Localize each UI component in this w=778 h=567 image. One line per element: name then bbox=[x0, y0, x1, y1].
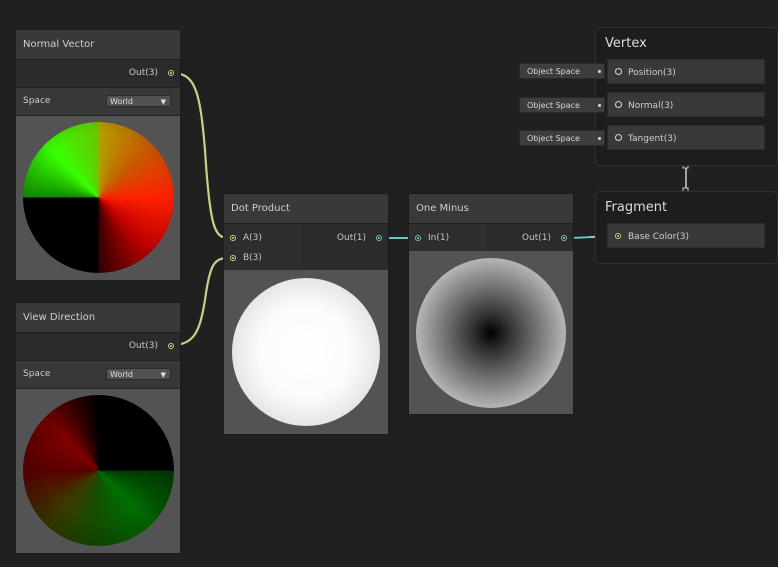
chevron-down-icon: ▼ bbox=[160, 371, 166, 379]
wire-view-to-b bbox=[171, 256, 230, 347]
fragment-context[interactable]: Fragment Base Color(3) bbox=[595, 191, 778, 264]
input-port-b[interactable] bbox=[230, 255, 236, 261]
preview-sphere bbox=[232, 278, 380, 426]
tangent-space-input[interactable]: Object Space bbox=[519, 130, 605, 146]
input-value: Object Space bbox=[527, 101, 580, 110]
output-row: Out(3) bbox=[16, 60, 180, 87]
node-title[interactable]: One Minus bbox=[409, 194, 573, 224]
output-port[interactable] bbox=[376, 235, 382, 241]
input-port[interactable] bbox=[415, 235, 421, 241]
slot-label: Tangent(3) bbox=[628, 134, 677, 144]
fragment-slot-base-color[interactable]: Base Color(3) bbox=[607, 223, 765, 248]
wire-normal-to-a bbox=[171, 71, 230, 240]
slot-label: Position(3) bbox=[628, 68, 676, 78]
preview-sphere bbox=[23, 122, 174, 273]
fragment-title: Fragment bbox=[605, 200, 668, 215]
preview-panel bbox=[409, 251, 573, 414]
space-value: World bbox=[110, 97, 133, 106]
inputs-section: In(1) bbox=[409, 224, 487, 250]
output-label: Out(1) bbox=[336, 233, 366, 243]
output-row: Out(3) bbox=[16, 333, 180, 360]
slot-label: Base Color(3) bbox=[628, 232, 690, 242]
input-label: In(1) bbox=[428, 233, 450, 243]
output-port[interactable] bbox=[168, 70, 174, 76]
vertex-slot-tangent[interactable]: Tangent(3) bbox=[607, 125, 765, 150]
node-title[interactable]: Dot Product bbox=[224, 194, 388, 224]
output-port[interactable] bbox=[561, 235, 567, 241]
input-value: Object Space bbox=[527, 134, 580, 143]
one-minus-node[interactable]: One Minus In(1) Out(1) bbox=[409, 194, 573, 414]
output-port[interactable] bbox=[168, 343, 174, 349]
input-value: Object Space bbox=[527, 67, 580, 76]
preview-panel bbox=[16, 389, 180, 553]
input-a-label: A(3) bbox=[243, 233, 262, 243]
dot-product-node[interactable]: Dot Product A(3) B(3) Out(1) bbox=[224, 194, 388, 434]
normal-vector-node[interactable]: Normal Vector Out(3) Space World ▼ bbox=[16, 30, 180, 280]
output-label: Out(1) bbox=[521, 233, 551, 243]
output-label: Out(3) bbox=[128, 68, 158, 78]
outputs-section: Out(1) bbox=[302, 224, 388, 270]
space-setting-row: Space World ▼ bbox=[16, 87, 180, 116]
outputs-section: Out(1) bbox=[487, 224, 573, 250]
input-port[interactable] bbox=[615, 68, 622, 75]
output-label: Out(3) bbox=[128, 341, 158, 351]
preview-panel bbox=[16, 116, 180, 280]
node-title[interactable]: View Direction bbox=[16, 303, 180, 333]
slot-label: Normal(3) bbox=[628, 101, 674, 111]
preview-sphere bbox=[23, 395, 174, 546]
vertex-title: Vertex bbox=[605, 36, 647, 51]
inputs-section: A(3) B(3) bbox=[224, 224, 302, 270]
vertex-context[interactable]: Vertex Position(3) Normal(3) Tangent(3) bbox=[595, 27, 778, 166]
vertex-slot-position[interactable]: Position(3) bbox=[607, 59, 765, 84]
input-port[interactable] bbox=[615, 134, 622, 141]
space-label: Space bbox=[23, 96, 51, 106]
input-port[interactable] bbox=[615, 101, 622, 108]
view-direction-node[interactable]: View Direction Out(3) Space World ▼ bbox=[16, 303, 180, 553]
position-space-input[interactable]: Object Space bbox=[519, 63, 605, 79]
space-setting-row: Space World ▼ bbox=[16, 360, 180, 389]
preview-sphere bbox=[416, 258, 566, 408]
chevron-down-icon: ▼ bbox=[160, 98, 166, 106]
space-value: World bbox=[110, 370, 133, 379]
space-label: Space bbox=[23, 369, 51, 379]
space-dropdown[interactable]: World ▼ bbox=[106, 95, 171, 107]
input-port[interactable] bbox=[615, 233, 621, 239]
preview-panel bbox=[224, 270, 388, 434]
space-dropdown[interactable]: World ▼ bbox=[106, 368, 171, 380]
vertex-slot-normal[interactable]: Normal(3) bbox=[607, 92, 765, 117]
input-port-a[interactable] bbox=[230, 235, 236, 241]
normal-space-input[interactable]: Object Space bbox=[519, 97, 605, 113]
input-b-label: B(3) bbox=[243, 253, 262, 263]
node-title[interactable]: Normal Vector bbox=[16, 30, 180, 60]
